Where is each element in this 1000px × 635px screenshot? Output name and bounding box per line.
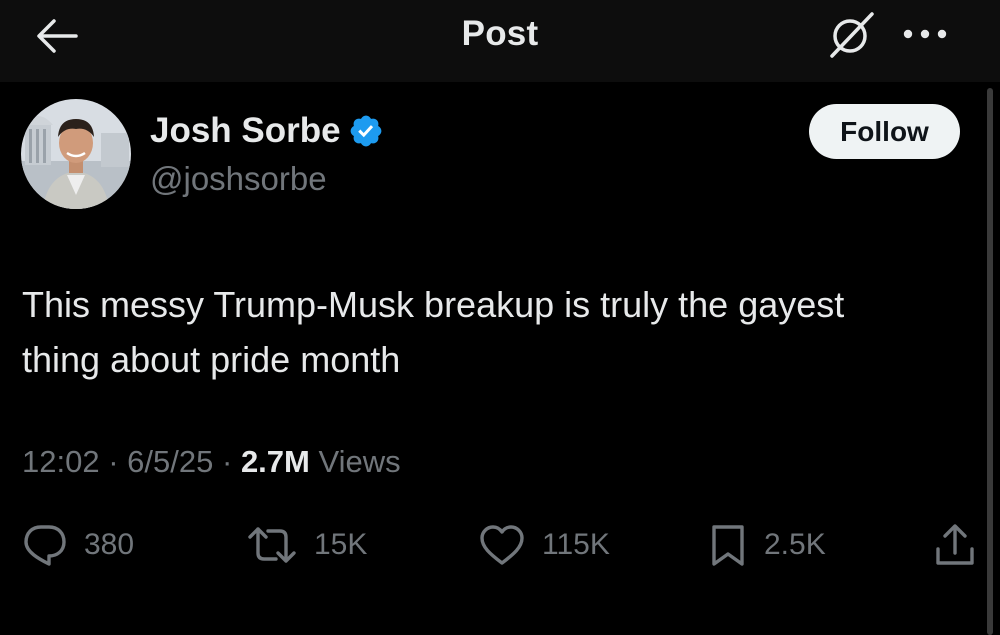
verified-badge-icon [350,115,382,147]
scrollbar[interactable] [987,88,993,635]
author-handle[interactable]: @joshsorbe [150,160,327,198]
post-date[interactable]: 6/5/25 [127,444,213,479]
bookmark-button[interactable]: 2.5K [708,523,826,567]
repost-icon [248,527,296,563]
like-button[interactable]: 115K [478,523,610,567]
bookmark-count: 2.5K [764,528,826,561]
avatar-image [21,99,131,209]
post-meta: 12:02 · 6/5/25 · 2.7M Views [22,444,401,480]
repost-button[interactable]: 15K [246,523,367,567]
author-name[interactable]: Josh Sorbe [150,111,341,151]
share-icon[interactable] [932,521,978,569]
bookmark-icon [712,525,744,566]
repost-count: 15K [314,528,368,561]
reply-button[interactable]: 380 [22,523,134,567]
meta-separator: · [108,444,119,479]
top-bar: Post [0,0,1000,82]
views-label: Views [318,444,401,479]
post-text: This messy Trump-Musk breakup is truly t… [22,284,845,380]
like-count: 115K [542,528,610,561]
post-time[interactable]: 12:02 [22,444,100,479]
views-count: 2.7M [240,444,310,479]
reply-count: 380 [84,528,135,561]
grok-icon[interactable] [826,8,878,60]
more-icon[interactable] [900,24,950,44]
follow-button[interactable]: Follow [809,104,960,159]
heart-icon [480,525,524,565]
meta-separator: · [221,444,233,479]
avatar[interactable] [21,99,131,209]
reply-icon [24,525,66,566]
